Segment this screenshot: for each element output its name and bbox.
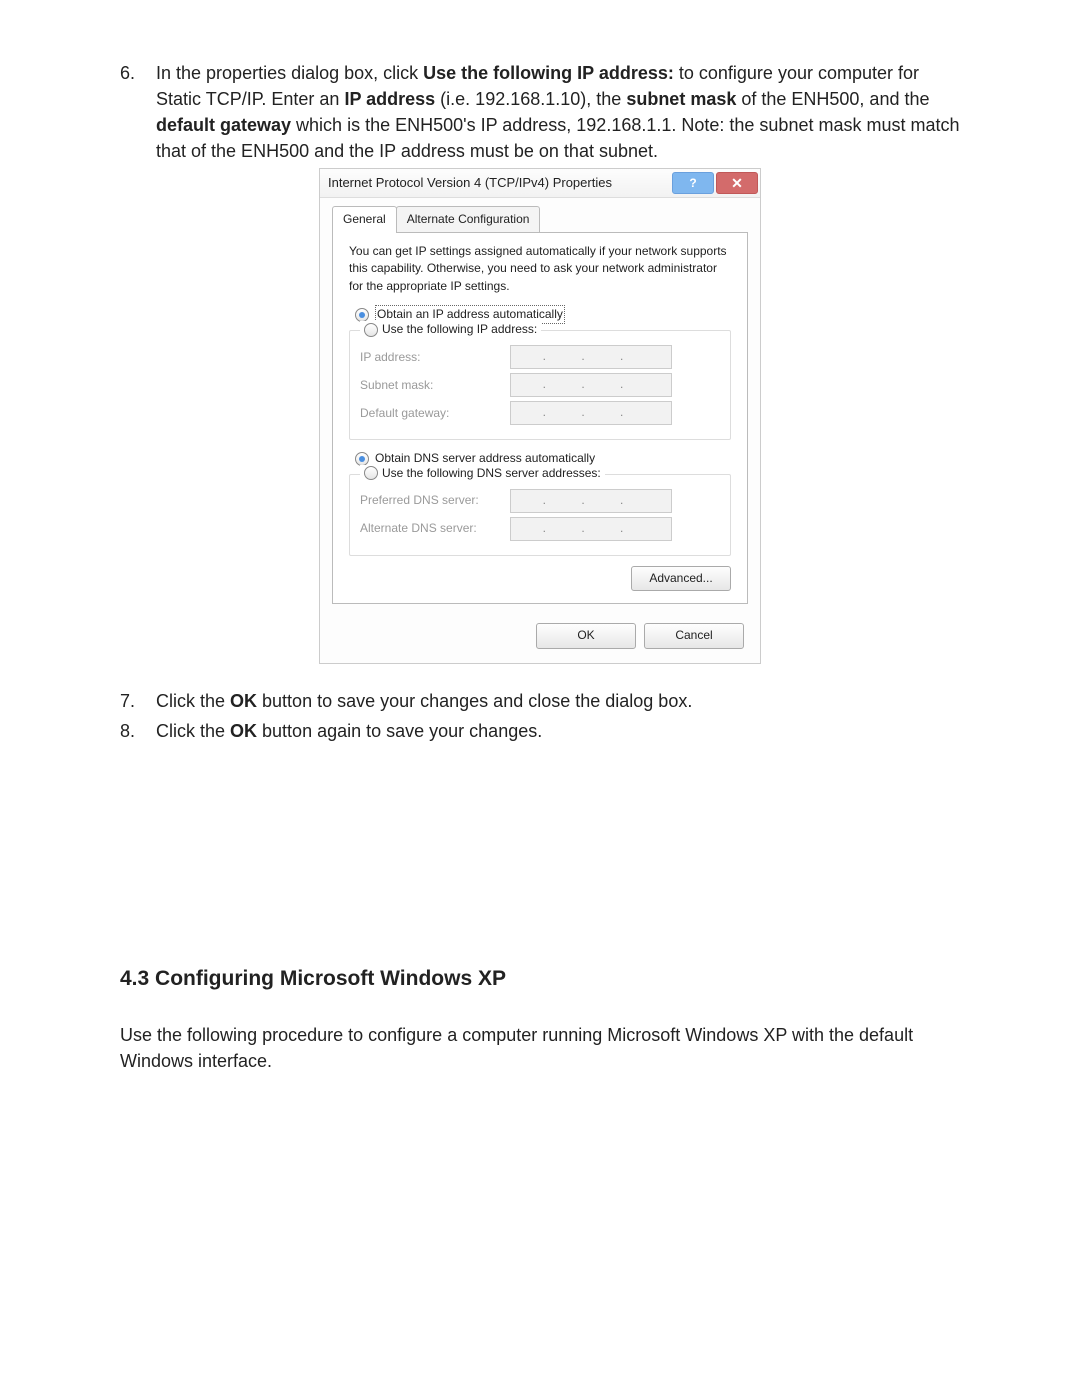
advanced-button[interactable]: Advanced... bbox=[631, 566, 731, 591]
step-8-number: 8. bbox=[120, 718, 156, 744]
section-intro: Use the following procedure to configure… bbox=[120, 1022, 960, 1074]
close-icon: ✕ bbox=[731, 173, 743, 193]
alternate-dns-label: Alternate DNS server: bbox=[360, 520, 510, 537]
step-7-number: 7. bbox=[120, 688, 156, 714]
alternate-dns-input[interactable]: . . . bbox=[510, 517, 672, 541]
subnet-mask-label: Subnet mask: bbox=[360, 377, 510, 394]
radio-obtain-ip-auto[interactable] bbox=[355, 308, 369, 322]
default-gateway-label: Default gateway: bbox=[360, 405, 510, 422]
dialog-title: Internet Protocol Version 4 (TCP/IPv4) P… bbox=[328, 174, 612, 193]
help-icon: ? bbox=[689, 175, 696, 192]
step-7-text: Click the OK button to save your changes… bbox=[156, 688, 960, 714]
radio-use-following-ip-label: Use the following IP address: bbox=[382, 321, 537, 338]
tabs: General Alternate Configuration bbox=[320, 198, 760, 232]
step-6: 6. In the properties dialog box, click U… bbox=[120, 60, 960, 164]
dialog-description: You can get IP settings assigned automat… bbox=[349, 243, 731, 295]
preferred-dns-label: Preferred DNS server: bbox=[360, 492, 510, 509]
subnet-mask-input[interactable]: . . . bbox=[510, 373, 672, 397]
tab-panel-general: You can get IP settings assigned automat… bbox=[332, 232, 748, 604]
tab-general[interactable]: General bbox=[332, 206, 397, 232]
titlebar-help-button[interactable]: ? bbox=[672, 172, 714, 194]
dialog-footer: OK Cancel bbox=[320, 617, 760, 662]
titlebar-close-button[interactable]: ✕ bbox=[716, 172, 758, 194]
cancel-button[interactable]: Cancel bbox=[644, 623, 744, 648]
tcpip-properties-dialog: Internet Protocol Version 4 (TCP/IPv4) P… bbox=[319, 168, 761, 663]
radio-use-following-dns[interactable] bbox=[364, 466, 378, 480]
step-8-text: Click the OK button again to save your c… bbox=[156, 718, 960, 744]
step-8: 8. Click the OK button again to save you… bbox=[120, 718, 960, 744]
group-use-following-ip: Use the following IP address: IP address… bbox=[349, 330, 731, 440]
radio-use-following-ip[interactable] bbox=[364, 323, 378, 337]
dialog-titlebar: Internet Protocol Version 4 (TCP/IPv4) P… bbox=[320, 169, 760, 198]
default-gateway-input[interactable]: . . . bbox=[510, 401, 672, 425]
preferred-dns-input[interactable]: . . . bbox=[510, 489, 672, 513]
ip-address-input[interactable]: . . . bbox=[510, 345, 672, 369]
step-6-text: In the properties dialog box, click Use … bbox=[156, 60, 960, 164]
ip-address-label: IP address: bbox=[360, 349, 510, 366]
step-7: 7. Click the OK button to save your chan… bbox=[120, 688, 960, 714]
radio-use-following-dns-label: Use the following DNS server addresses: bbox=[382, 465, 601, 482]
step-6-number: 6. bbox=[120, 60, 156, 164]
ok-button[interactable]: OK bbox=[536, 623, 636, 648]
group-use-following-dns: Use the following DNS server addresses: … bbox=[349, 474, 731, 556]
section-heading-4-3: 4.3 Configuring Microsoft Windows XP bbox=[120, 964, 960, 994]
tab-alternate-configuration[interactable]: Alternate Configuration bbox=[396, 206, 541, 232]
